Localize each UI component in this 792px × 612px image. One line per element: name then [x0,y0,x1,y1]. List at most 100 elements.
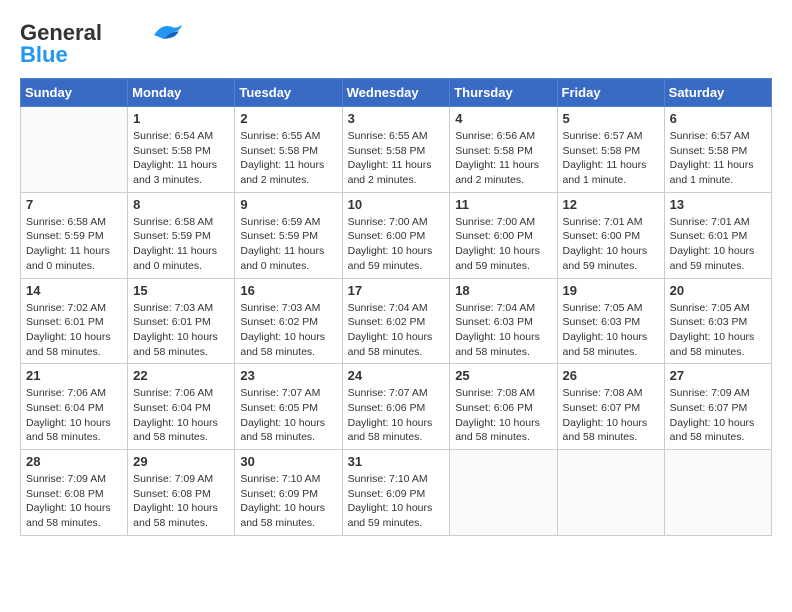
calendar-header-sunday: Sunday [21,79,128,107]
day-info: Sunrise: 7:07 AMSunset: 6:05 PMDaylight:… [240,386,336,445]
day-info: Sunrise: 7:08 AMSunset: 6:06 PMDaylight:… [455,386,551,445]
day-info: Sunrise: 6:58 AMSunset: 5:59 PMDaylight:… [133,215,229,274]
calendar-cell: 24Sunrise: 7:07 AMSunset: 6:06 PMDayligh… [342,364,450,450]
day-number: 5 [563,111,659,126]
calendar-cell: 8 Sunrise: 6:58 AMSunset: 5:59 PMDaylight… [128,192,235,278]
calendar-cell: 20 Sunrise: 7:05 AMSunset: 6:03 PMDayligh… [664,278,771,364]
calendar-cell: 4 Sunrise: 6:56 AMSunset: 5:58 PMDaylight… [450,107,557,193]
day-number: 3 [348,111,445,126]
calendar-cell: 23 Sunrise: 7:07 AMSunset: 6:05 PMDayligh… [235,364,342,450]
header: General Blue [20,20,772,68]
day-number: 22 [133,368,229,383]
day-info: Sunrise: 7:04 AMSunset: 6:03 PMDaylight:… [455,301,551,360]
day-info: Sunrise: 7:00 AMSunset: 6:00 PMDaylight:… [348,215,445,274]
day-number: 11 [455,197,551,212]
calendar-header-saturday: Saturday [664,79,771,107]
day-number: 2 [240,111,336,126]
calendar-table: SundayMondayTuesdayWednesdayThursdayFrid… [20,78,772,536]
calendar-week-1: 1 Sunrise: 6:54 AMSunset: 5:58 PMDaylight… [21,107,772,193]
day-number: 15 [133,283,229,298]
day-number: 23 [240,368,336,383]
calendar-cell [664,450,771,536]
calendar-cell: 14 Sunrise: 7:02 AMSunset: 6:01 PMDayligh… [21,278,128,364]
day-number: 24 [348,368,445,383]
calendar-week-4: 21 Sunrise: 7:06 AMSunset: 6:04 PMDayligh… [21,364,772,450]
day-info: Sunrise: 6:57 AMSunset: 5:58 PMDaylight:… [563,129,659,188]
day-number: 28 [26,454,122,469]
calendar-week-5: 28 Sunrise: 7:09 AMSunset: 6:08 PMDayligh… [21,450,772,536]
calendar-cell: 29 Sunrise: 7:09 AMSunset: 6:08 PMDayligh… [128,450,235,536]
day-info: Sunrise: 6:55 AMSunset: 5:58 PMDaylight:… [240,129,336,188]
calendar-cell: 11 Sunrise: 7:00 AMSunset: 6:00 PMDayligh… [450,192,557,278]
day-number: 10 [348,197,445,212]
day-info: Sunrise: 6:58 AMSunset: 5:59 PMDaylight:… [26,215,122,274]
calendar-cell: 15 Sunrise: 7:03 AMSunset: 6:01 PMDayligh… [128,278,235,364]
logo-bird-icon [154,23,184,41]
calendar-cell: 30 Sunrise: 7:10 AMSunset: 6:09 PMDayligh… [235,450,342,536]
calendar-week-3: 14 Sunrise: 7:02 AMSunset: 6:01 PMDayligh… [21,278,772,364]
calendar-cell: 2 Sunrise: 6:55 AMSunset: 5:58 PMDaylight… [235,107,342,193]
day-info: Sunrise: 6:59 AMSunset: 5:59 PMDaylight:… [240,215,336,274]
day-info: Sunrise: 7:04 AMSunset: 6:02 PMDaylight:… [348,301,445,360]
day-number: 1 [133,111,229,126]
day-number: 27 [670,368,766,383]
calendar-cell: 31Sunrise: 7:10 AMSunset: 6:09 PMDayligh… [342,450,450,536]
calendar-header-friday: Friday [557,79,664,107]
day-number: 19 [563,283,659,298]
calendar-cell: 25 Sunrise: 7:08 AMSunset: 6:06 PMDayligh… [450,364,557,450]
day-number: 13 [670,197,766,212]
calendar-cell: 27 Sunrise: 7:09 AMSunset: 6:07 PMDayligh… [664,364,771,450]
calendar-cell: 1 Sunrise: 6:54 AMSunset: 5:58 PMDaylight… [128,107,235,193]
day-info: Sunrise: 6:55 AMSunset: 5:58 PMDaylight:… [348,129,445,188]
calendar-week-2: 7 Sunrise: 6:58 AMSunset: 5:59 PMDaylight… [21,192,772,278]
calendar-cell: 26 Sunrise: 7:08 AMSunset: 6:07 PMDayligh… [557,364,664,450]
day-number: 4 [455,111,551,126]
page-container: General Blue SundayMondayTuesdayWednesda… [20,20,772,536]
day-info: Sunrise: 7:09 AMSunset: 6:07 PMDaylight:… [670,386,766,445]
logo-blue: Blue [20,42,68,68]
day-info: Sunrise: 7:03 AMSunset: 6:02 PMDaylight:… [240,301,336,360]
calendar-cell [21,107,128,193]
day-info: Sunrise: 7:03 AMSunset: 6:01 PMDaylight:… [133,301,229,360]
day-info: Sunrise: 6:56 AMSunset: 5:58 PMDaylight:… [455,129,551,188]
day-number: 18 [455,283,551,298]
day-number: 21 [26,368,122,383]
day-number: 6 [670,111,766,126]
day-number: 16 [240,283,336,298]
day-info: Sunrise: 7:09 AMSunset: 6:08 PMDaylight:… [26,472,122,531]
day-info: Sunrise: 7:05 AMSunset: 6:03 PMDaylight:… [670,301,766,360]
calendar-cell: 7 Sunrise: 6:58 AMSunset: 5:59 PMDaylight… [21,192,128,278]
day-info: Sunrise: 7:00 AMSunset: 6:00 PMDaylight:… [455,215,551,274]
day-info: Sunrise: 7:10 AMSunset: 6:09 PMDaylight:… [240,472,336,531]
day-info: Sunrise: 6:54 AMSunset: 5:58 PMDaylight:… [133,129,229,188]
calendar-cell: 28 Sunrise: 7:09 AMSunset: 6:08 PMDayligh… [21,450,128,536]
day-number: 29 [133,454,229,469]
day-info: Sunrise: 7:02 AMSunset: 6:01 PMDaylight:… [26,301,122,360]
day-info: Sunrise: 7:01 AMSunset: 6:01 PMDaylight:… [670,215,766,274]
day-info: Sunrise: 6:57 AMSunset: 5:58 PMDaylight:… [670,129,766,188]
calendar-cell: 10 Sunrise: 7:00 AMSunset: 6:00 PMDayligh… [342,192,450,278]
day-info: Sunrise: 7:08 AMSunset: 6:07 PMDaylight:… [563,386,659,445]
day-number: 30 [240,454,336,469]
day-info: Sunrise: 7:06 AMSunset: 6:04 PMDaylight:… [133,386,229,445]
logo: General Blue [20,20,184,68]
calendar-cell [450,450,557,536]
day-info: Sunrise: 7:09 AMSunset: 6:08 PMDaylight:… [133,472,229,531]
calendar-cell: 18 Sunrise: 7:04 AMSunset: 6:03 PMDayligh… [450,278,557,364]
calendar-cell: 6 Sunrise: 6:57 AMSunset: 5:58 PMDaylight… [664,107,771,193]
day-number: 14 [26,283,122,298]
day-number: 7 [26,197,122,212]
calendar-header-row: SundayMondayTuesdayWednesdayThursdayFrid… [21,79,772,107]
day-number: 25 [455,368,551,383]
calendar-cell: 21Sunrise: 7:06 AMSunset: 6:04 PMDayligh… [21,364,128,450]
calendar-cell: 17Sunrise: 7:04 AMSunset: 6:02 PMDayligh… [342,278,450,364]
day-number: 12 [563,197,659,212]
calendar-header-thursday: Thursday [450,79,557,107]
calendar-cell: 12Sunrise: 7:01 AMSunset: 6:00 PMDayligh… [557,192,664,278]
calendar-header-monday: Monday [128,79,235,107]
calendar-cell: 3 Sunrise: 6:55 AMSunset: 5:58 PMDaylight… [342,107,450,193]
day-number: 20 [670,283,766,298]
day-number: 26 [563,368,659,383]
day-number: 31 [348,454,445,469]
day-number: 8 [133,197,229,212]
